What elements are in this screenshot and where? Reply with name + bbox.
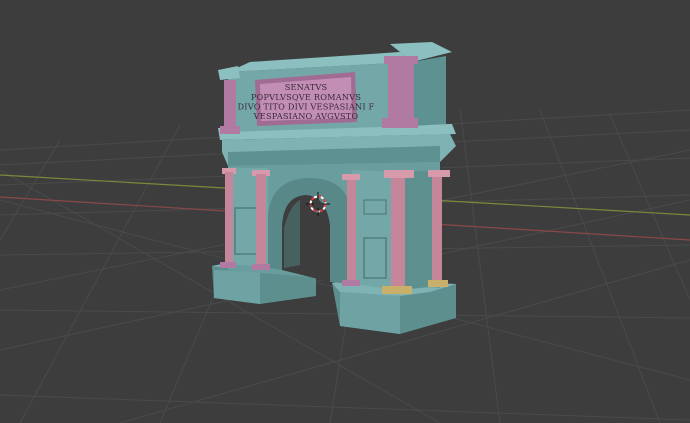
inscription-line-3: DIVO TITO DIVI VESPASIANI F bbox=[238, 102, 375, 112]
3d-viewport[interactable]: SENATVS POPVLVSQVE ROMANVS DIVO TITO DIV… bbox=[0, 0, 690, 423]
arch-model[interactable]: SENATVS POPVLVSQVE ROMANVS DIVO TITO DIV… bbox=[212, 42, 456, 334]
inscription-line-1: SENATVS bbox=[285, 82, 328, 92]
viewport-canvas[interactable]: SENATVS POPVLVSQVE ROMANVS DIVO TITO DIV… bbox=[0, 0, 690, 423]
inscription-line-2: POPVLVSQVE ROMANVS bbox=[251, 92, 361, 102]
inscription-line-4: VESPASIANO AVGVSTO bbox=[253, 111, 359, 121]
attic-pilaster-right bbox=[388, 62, 414, 122]
attic-pilaster-left bbox=[224, 80, 236, 130]
